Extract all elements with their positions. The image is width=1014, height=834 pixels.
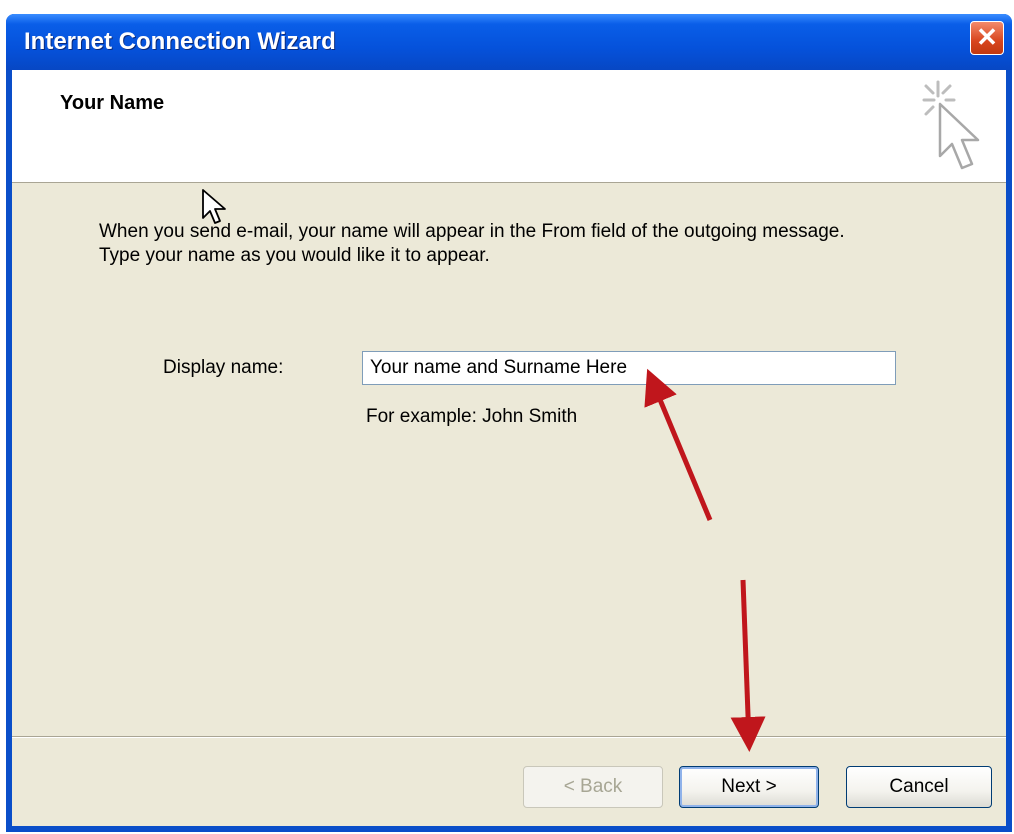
back-button[interactable]: < Back	[523, 766, 663, 808]
window-title: Internet Connection Wizard	[24, 28, 336, 55]
wizard-client-area: Your Name When you send e-mail, your nam…	[12, 70, 1006, 826]
display-name-label: Display name:	[163, 357, 284, 378]
wizard-window: Internet Connection Wizard ✕ Your Name W…	[6, 14, 1012, 832]
close-button[interactable]: ✕	[970, 21, 1004, 55]
example-hint: For example: John Smith	[366, 406, 578, 427]
page-title: Your Name	[60, 92, 165, 114]
intro-text: When you send e-mail, your name will app…	[99, 220, 979, 268]
intro-line-2: Type your name as you would like it to a…	[99, 245, 490, 266]
wizard-header: Your Name	[12, 70, 1006, 183]
cancel-button[interactable]: Cancel	[846, 766, 992, 808]
next-button[interactable]: Next >	[679, 766, 819, 808]
display-name-field[interactable]	[362, 351, 896, 385]
button-separator	[12, 736, 1006, 738]
mouse-pointer-icon	[202, 189, 226, 224]
title-bar[interactable]: Internet Connection Wizard ✕	[6, 14, 1012, 70]
intro-line-1: When you send e-mail, your name will app…	[99, 221, 845, 242]
wizard-cursor-sparkle-icon	[922, 80, 980, 170]
